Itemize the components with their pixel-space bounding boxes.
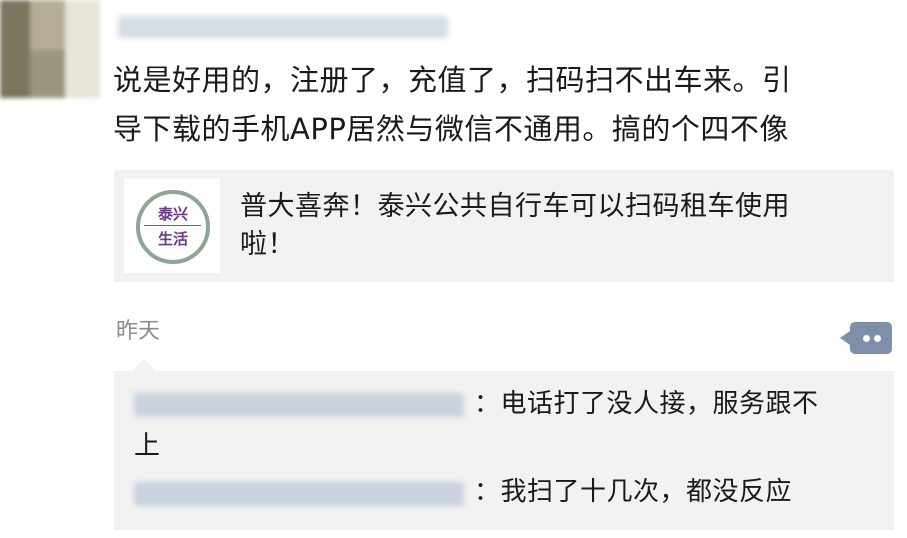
link-title: 普大喜奔！泰兴公共自行车可以扫码租车使用 啦！ (240, 188, 880, 264)
link-title-line: 啦！ (240, 229, 295, 260)
comment-text: ：电话打了没人接，服务跟不 上 (134, 383, 894, 467)
logo-divider (144, 225, 201, 226)
comments-section: ：电话打了没人接，服务跟不 上 ：我扫了十几次，都没反应 (114, 359, 894, 530)
link-title-line: 普大喜奔！泰兴公共自行车可以扫码租车使用 (240, 191, 790, 222)
article-thumbnail: 泰兴 生活 (124, 179, 220, 273)
username-blurred[interactable] (118, 16, 448, 38)
post-text: 说是好用的，注册了，充值了，扫码扫不出车来。引 导下载的手机APP居然与微信不通… (113, 56, 893, 154)
comment-more-icon (863, 335, 870, 342)
logo-ring-icon (136, 190, 210, 264)
logo-text-bottom: 生活 (157, 230, 188, 248)
post-text-line: 说是好用的，注册了，充值了，扫码扫不出车来。引 (113, 63, 792, 97)
comment-text-line: 上 (134, 431, 161, 461)
post-text-line: 导下载的手机APP居然与微信不通用。搞的个四不像 (113, 112, 789, 146)
comment-text: ：我扫了十几次，都没反应 (474, 471, 792, 513)
comment-text-line: ：我扫了十几次，都没反应 (474, 477, 793, 507)
comment-author-blurred[interactable] (134, 482, 464, 506)
comment-more-icon (874, 335, 881, 342)
post-timestamp: 昨天 (116, 319, 161, 344)
comment-text-line: ：电话打了没人接，服务跟不 (474, 389, 819, 419)
logo-text-top: 泰兴 (157, 205, 188, 223)
comment-more-button[interactable] (840, 322, 892, 354)
user-avatar[interactable] (0, 0, 100, 98)
shared-link-card[interactable]: 泰兴 生活 普大喜奔！泰兴公共自行车可以扫码租车使用 啦！ (114, 170, 894, 282)
